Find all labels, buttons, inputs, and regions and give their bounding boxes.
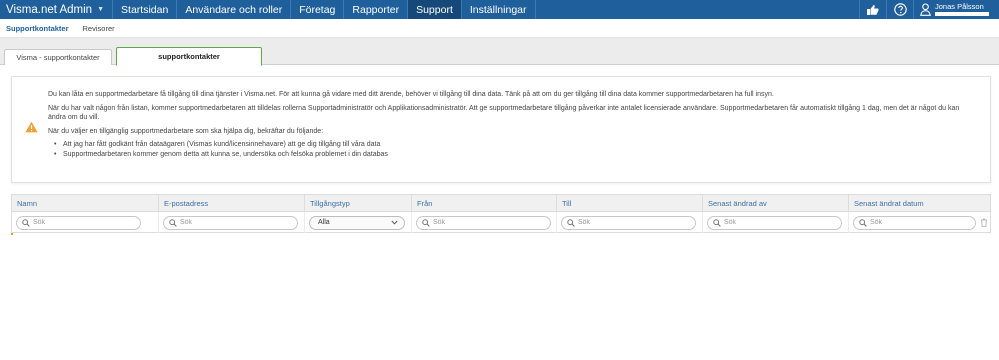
- nav-item-support[interactable]: Support: [408, 0, 462, 19]
- column-header-e-postadress[interactable]: E-postadress: [159, 195, 305, 212]
- info-paragraph-1: Du kan låta en supportmedarbetare få til…: [48, 91, 774, 98]
- table-header: Namn E-postadress Tillgångstyp Från Till…: [12, 195, 990, 212]
- info-paragraph-3: När du väljer en tillgänglig supportmeda…: [48, 127, 324, 135]
- filter-cell-fran: [412, 212, 557, 233]
- app-title: Visma.net Admin: [6, 3, 93, 16]
- tab-strip: Visma - supportkontakter supportkontakte…: [0, 38, 999, 66]
- column-header-till[interactable]: Till: [557, 195, 703, 212]
- filter-cell-e-postadress: [159, 212, 305, 233]
- subnav-item-supportkontakter[interactable]: Supportkontakter: [6, 24, 69, 33]
- column-header-fran[interactable]: Från: [412, 195, 557, 212]
- sub-navigation: Supportkontakter Revisorer: [0, 19, 999, 38]
- nav-item-startsidan[interactable]: Startsidan: [113, 0, 178, 19]
- user-name: Jonas Pålsson: [935, 2, 984, 11]
- nav-item-foretag[interactable]: Företag: [291, 0, 345, 19]
- thumbs-feedback-icon[interactable]: [859, 0, 886, 19]
- search-icon: [859, 218, 867, 227]
- search-input-namn[interactable]: [33, 219, 113, 226]
- search-icon: [567, 218, 575, 227]
- nav-item-anvandare-och-roller[interactable]: Användare och roller: [177, 0, 292, 19]
- filter-cell-till: [557, 212, 703, 233]
- info-bullet-list: Att jag har fått godkänt från dataägaren…: [54, 140, 978, 159]
- chevron-down-icon: ▼: [97, 6, 105, 13]
- nav-item-rapporter[interactable]: Rapporter: [344, 0, 409, 19]
- search-icon: [169, 218, 177, 227]
- filter-cell-senast-andrat-datum: [849, 212, 990, 233]
- search-icon: [713, 218, 721, 227]
- clear-filters-trash-icon[interactable]: [980, 218, 988, 227]
- filter-cell-tillgangstyp: Alla: [305, 212, 412, 233]
- column-header-namn[interactable]: Namn: [12, 195, 159, 212]
- search-field-namn[interactable]: [16, 215, 141, 230]
- search-input-till[interactable]: [578, 219, 658, 226]
- filter-row: Alla: [12, 212, 990, 233]
- search-icon: [422, 218, 430, 227]
- info-paragraph-2: När du har valt någon från listan, komme…: [48, 104, 960, 122]
- search-field-e-postadress[interactable]: [163, 215, 298, 230]
- top-navigation-bar: Visma.net Admin ▼ Startsidan Användare o…: [0, 0, 999, 19]
- access-type-select[interactable]: Alla: [309, 215, 405, 230]
- chevron-down-icon: [391, 220, 398, 225]
- search-icon: [22, 218, 30, 227]
- search-input-senast-andrad-av[interactable]: [724, 219, 804, 226]
- info-bullet: Supportmedarbetaren kommer genom detta a…: [54, 150, 978, 160]
- column-header-senast-andrad-av[interactable]: Senast ändrad av: [703, 195, 849, 212]
- column-header-senast-andrat-datum[interactable]: Senast ändrat datum: [849, 195, 990, 212]
- subnav-item-revisorer[interactable]: Revisorer: [83, 24, 115, 33]
- app-switcher[interactable]: Visma.net Admin ▼: [0, 0, 114, 19]
- search-input-fran[interactable]: [433, 219, 513, 226]
- user-redacted-bar: [935, 12, 989, 16]
- user-icon: [920, 3, 931, 16]
- user-menu[interactable]: Jonas Pålsson: [913, 0, 999, 19]
- help-icon[interactable]: [886, 0, 913, 19]
- column-header-tillgangstyp[interactable]: Tillgångstyp: [305, 195, 412, 212]
- tab-visma-supportkontakter[interactable]: Visma - supportkontakter: [4, 49, 112, 65]
- info-panel: Du kan låta en supportmedarbetare få til…: [11, 76, 991, 183]
- search-field-fran[interactable]: [416, 215, 551, 230]
- search-input-e-postadress[interactable]: [180, 219, 260, 226]
- search-field-till[interactable]: [561, 215, 696, 230]
- search-field-senast-andrat-datum[interactable]: [853, 215, 976, 230]
- access-type-selected-value: Alla: [318, 219, 330, 226]
- filter-cell-namn: [12, 212, 159, 233]
- info-bullet: Att jag har fått godkänt från dataägaren…: [54, 140, 978, 150]
- support-contacts-table: Namn E-postadress Tillgångstyp Från Till…: [11, 194, 991, 233]
- tab-supportkontakter[interactable]: supportkontakter: [116, 47, 262, 66]
- nav-item-installningar[interactable]: Inställningar: [462, 0, 536, 19]
- filter-cell-senast-andrad-av: [703, 212, 849, 233]
- info-text: Du kan låta en supportmedarbetare få til…: [48, 90, 978, 159]
- top-right-tools: Jonas Pålsson: [859, 0, 999, 19]
- search-input-senast-andrat-datum[interactable]: [870, 219, 950, 226]
- warning-icon: [25, 121, 38, 135]
- row-indicator-mark: [11, 233, 13, 235]
- search-field-senast-andrad-av[interactable]: [707, 215, 842, 230]
